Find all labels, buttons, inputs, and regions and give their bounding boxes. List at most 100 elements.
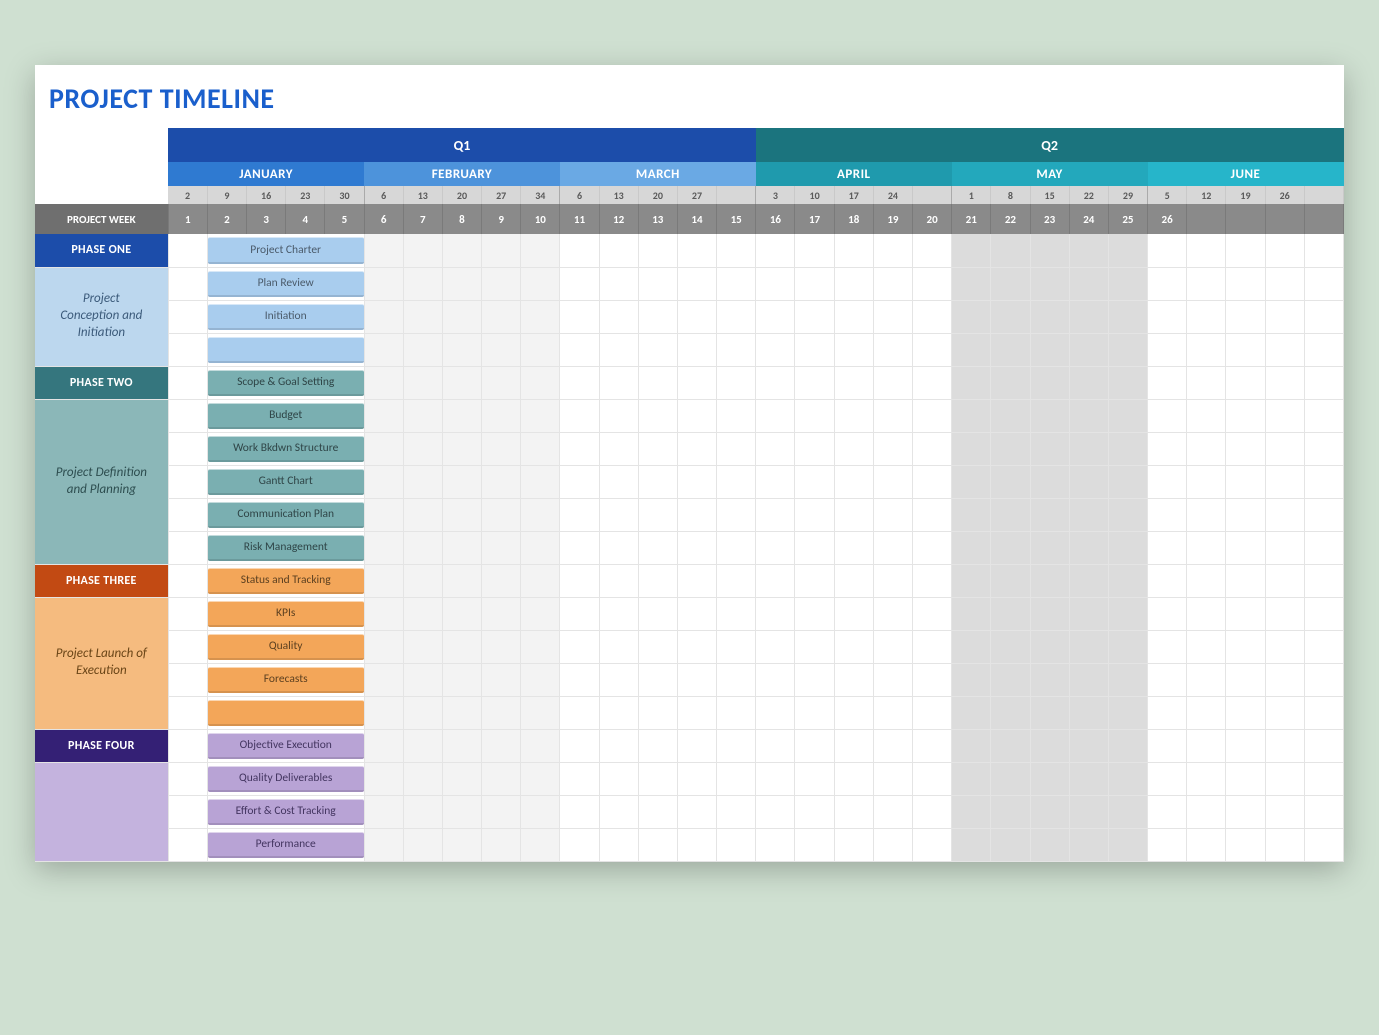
grid-cell[interactable] xyxy=(560,630,599,663)
grid-cell[interactable] xyxy=(482,828,521,861)
grid-cell[interactable] xyxy=(599,696,638,729)
grid-cell[interactable] xyxy=(756,663,795,696)
grid-cell[interactable] xyxy=(1304,366,1343,399)
grid-cell[interactable] xyxy=(834,663,873,696)
grid-cell[interactable] xyxy=(795,630,834,663)
grid-cell[interactable] xyxy=(913,531,952,564)
grid-cell[interactable] xyxy=(168,399,207,432)
grid-cell[interactable] xyxy=(1187,531,1226,564)
grid-cell[interactable] xyxy=(1148,762,1187,795)
grid-cell[interactable] xyxy=(1304,762,1343,795)
grid-cell[interactable] xyxy=(991,267,1030,300)
grid-cell[interactable] xyxy=(795,564,834,597)
grid-cell[interactable] xyxy=(873,399,912,432)
grid-cell[interactable] xyxy=(1030,663,1069,696)
grid-cell[interactable] xyxy=(1108,432,1147,465)
grid-cell[interactable] xyxy=(795,828,834,861)
grid-cell[interactable] xyxy=(1030,465,1069,498)
grid-cell[interactable] xyxy=(560,465,599,498)
grid-cell[interactable] xyxy=(482,663,521,696)
grid-cell[interactable] xyxy=(756,729,795,762)
grid-cell[interactable] xyxy=(599,630,638,663)
grid-cell[interactable] xyxy=(560,696,599,729)
grid-cell[interactable] xyxy=(1304,432,1343,465)
grid-cell[interactable] xyxy=(442,531,481,564)
grid-cell[interactable] xyxy=(1108,630,1147,663)
task-bar[interactable]: Scope & Goal Setting xyxy=(208,370,364,396)
grid-cell[interactable] xyxy=(834,564,873,597)
grid-cell[interactable] xyxy=(1069,696,1108,729)
grid-cell[interactable] xyxy=(482,234,521,267)
grid-cell[interactable] xyxy=(756,300,795,333)
grid-cell[interactable] xyxy=(1030,828,1069,861)
grid-cell[interactable] xyxy=(913,564,952,597)
grid-cell[interactable] xyxy=(1108,333,1147,366)
grid-cell[interactable] xyxy=(168,564,207,597)
task-bar-cell[interactable]: Quality xyxy=(207,630,364,663)
grid-cell[interactable] xyxy=(991,498,1030,531)
grid-cell[interactable] xyxy=(599,366,638,399)
grid-cell[interactable] xyxy=(677,300,716,333)
grid-cell[interactable] xyxy=(1187,498,1226,531)
grid-cell[interactable] xyxy=(168,300,207,333)
grid-cell[interactable] xyxy=(403,498,442,531)
grid-cell[interactable] xyxy=(364,498,403,531)
grid-cell[interactable] xyxy=(1304,663,1343,696)
grid-cell[interactable] xyxy=(638,828,677,861)
grid-cell[interactable] xyxy=(364,531,403,564)
grid-cell[interactable] xyxy=(677,597,716,630)
grid-cell[interactable] xyxy=(834,300,873,333)
grid-cell[interactable] xyxy=(442,267,481,300)
grid-cell[interactable] xyxy=(834,399,873,432)
grid-cell[interactable] xyxy=(403,531,442,564)
task-bar[interactable]: Quality Deliverables xyxy=(208,766,364,792)
grid-cell[interactable] xyxy=(403,234,442,267)
grid-cell[interactable] xyxy=(442,696,481,729)
grid-cell[interactable] xyxy=(717,795,756,828)
grid-cell[interactable] xyxy=(1265,399,1304,432)
grid-cell[interactable] xyxy=(952,300,991,333)
grid-cell[interactable] xyxy=(795,498,834,531)
grid-cell[interactable] xyxy=(168,333,207,366)
grid-cell[interactable] xyxy=(442,828,481,861)
grid-cell[interactable] xyxy=(717,663,756,696)
grid-cell[interactable] xyxy=(560,432,599,465)
grid-cell[interactable] xyxy=(1030,267,1069,300)
task-bar-cell[interactable] xyxy=(207,696,364,729)
grid-cell[interactable] xyxy=(756,432,795,465)
grid-cell[interactable] xyxy=(913,795,952,828)
grid-cell[interactable] xyxy=(717,531,756,564)
task-bar-cell[interactable]: Gantt Chart xyxy=(207,465,364,498)
grid-cell[interactable] xyxy=(521,234,560,267)
grid-cell[interactable] xyxy=(952,366,991,399)
grid-cell[interactable] xyxy=(1030,234,1069,267)
grid-cell[interactable] xyxy=(1226,498,1265,531)
grid-cell[interactable] xyxy=(403,366,442,399)
grid-cell[interactable] xyxy=(521,795,560,828)
grid-cell[interactable] xyxy=(1226,267,1265,300)
grid-cell[interactable] xyxy=(638,300,677,333)
grid-cell[interactable] xyxy=(521,333,560,366)
grid-cell[interactable] xyxy=(756,267,795,300)
grid-cell[interactable] xyxy=(364,828,403,861)
grid-cell[interactable] xyxy=(168,663,207,696)
grid-cell[interactable] xyxy=(482,597,521,630)
grid-cell[interactable] xyxy=(364,597,403,630)
task-bar-cell[interactable]: Performance xyxy=(207,828,364,861)
task-bar[interactable]: Gantt Chart xyxy=(208,469,364,495)
grid-cell[interactable] xyxy=(913,597,952,630)
grid-cell[interactable] xyxy=(638,498,677,531)
grid-cell[interactable] xyxy=(991,828,1030,861)
grid-cell[interactable] xyxy=(638,531,677,564)
grid-cell[interactable] xyxy=(795,663,834,696)
grid-cell[interactable] xyxy=(1108,564,1147,597)
grid-cell[interactable] xyxy=(1304,267,1343,300)
grid-cell[interactable] xyxy=(599,234,638,267)
grid-cell[interactable] xyxy=(1148,267,1187,300)
grid-cell[interactable] xyxy=(1226,828,1265,861)
grid-cell[interactable] xyxy=(1108,399,1147,432)
grid-cell[interactable] xyxy=(1304,234,1343,267)
grid-cell[interactable] xyxy=(442,597,481,630)
task-bar-cell[interactable]: Work Bkdwn Structure xyxy=(207,432,364,465)
grid-cell[interactable] xyxy=(364,432,403,465)
